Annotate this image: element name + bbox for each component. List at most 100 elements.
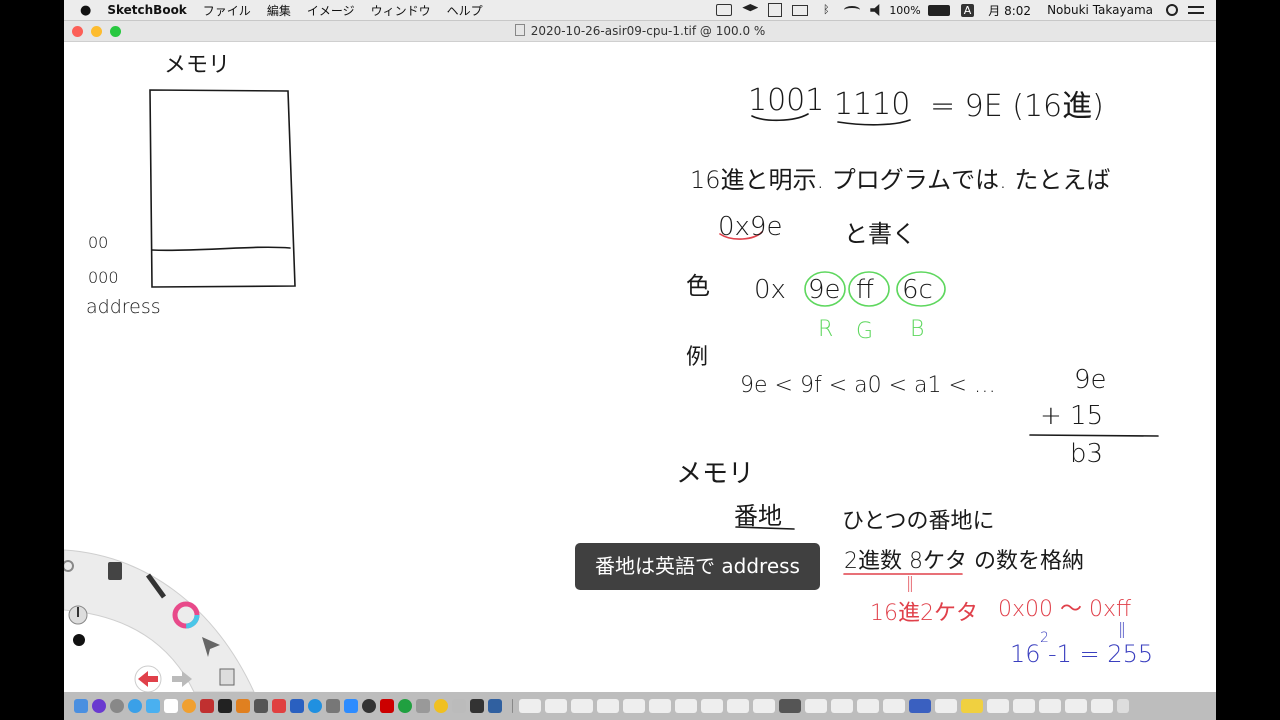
window-thumb-3[interactable] (571, 699, 593, 713)
window-thumb-15[interactable] (883, 699, 905, 713)
address-label: address (86, 296, 161, 318)
memory-label-2: メモリ (676, 459, 754, 489)
window-thumb-4[interactable] (597, 699, 619, 713)
menu-help[interactable]: ヘルプ (439, 2, 491, 19)
document-icon (514, 24, 525, 36)
app-icon-10[interactable] (236, 699, 250, 713)
window-thumb-14[interactable] (857, 699, 879, 713)
chrome-icon[interactable] (434, 699, 448, 713)
screen-record-icon[interactable] (716, 4, 733, 16)
undo-icon[interactable] (134, 665, 162, 693)
app-icon-18[interactable] (380, 699, 394, 713)
binary-1110: 1110 (834, 87, 910, 122)
zoom-icon[interactable] (344, 699, 358, 713)
battery-icon[interactable] (927, 4, 950, 16)
trash-icon[interactable] (1117, 699, 1129, 713)
window-thumb-10[interactable] (753, 699, 775, 713)
color-r-value: 9e (808, 275, 841, 305)
window-thumb-20[interactable] (1013, 699, 1035, 713)
photos-icon[interactable] (182, 699, 196, 713)
app-icon-13[interactable] (290, 699, 304, 713)
user-name[interactable]: Nobuki Takayama (1039, 3, 1161, 17)
mail-icon[interactable] (146, 699, 160, 713)
window-thumb-13[interactable] (831, 699, 853, 713)
app-icon-19[interactable] (398, 699, 412, 713)
formula-rest: -1 = 255 (1048, 640, 1153, 668)
banchi-description: ひとつの番地に (842, 509, 994, 534)
menu-image[interactable]: イメージ (299, 2, 363, 19)
current-color-swatch[interactable] (73, 634, 85, 646)
window-thumb-2[interactable] (545, 699, 567, 713)
screen: ● SketchBook ファイル 編集 イメージ ウィンドウ ヘルプ ᛒ 10… (64, 0, 1216, 720)
wifi-icon[interactable] (844, 6, 861, 14)
window-thumb-22[interactable] (1065, 699, 1087, 713)
window-title-bar: 2020-10-26-asir09-cpu-1.tif @ 100.0 % (64, 21, 1216, 42)
box-icon[interactable] (768, 3, 783, 17)
window-thumb-12[interactable] (805, 699, 827, 713)
window-thumb-5[interactable] (623, 699, 645, 713)
window-thumb-21[interactable] (1039, 699, 1061, 713)
calendar-icon[interactable] (164, 699, 178, 713)
input-mode-indicator[interactable]: A (960, 3, 975, 17)
app-icon-8[interactable] (200, 699, 214, 713)
binary-1001: 1001 (748, 83, 824, 118)
formula-base: 16 (1010, 640, 1041, 668)
window-thumb-8[interactable] (701, 699, 723, 713)
menu-edit[interactable]: 編集 (259, 2, 299, 19)
app-icon-17[interactable] (362, 699, 376, 713)
equals-mark-2: ‖ (1118, 619, 1126, 638)
apple-menu-icon[interactable]: ● (64, 3, 99, 18)
siri-icon[interactable] (92, 699, 106, 713)
window-thumb-16[interactable] (909, 699, 931, 713)
menu-file[interactable]: ファイル (195, 2, 259, 19)
app-icon-22[interactable] (452, 699, 466, 713)
safari-icon[interactable] (128, 699, 142, 713)
hex-literal-0x9e: 0x9e (718, 212, 782, 242)
equals-mark-1: ‖ (906, 573, 914, 592)
tool-wheel[interactable] (64, 545, 264, 695)
bluetooth-icon[interactable]: ᛒ (818, 4, 834, 16)
app-icon-11[interactable] (254, 699, 268, 713)
window-thumb-11[interactable] (779, 699, 801, 713)
memory-cell-line (151, 246, 291, 252)
window-thumb-23[interactable] (1091, 699, 1113, 713)
hex-2-digits: 16進2ケタ (870, 601, 978, 626)
app-icon-23[interactable] (470, 699, 484, 713)
app-menu[interactable]: SketchBook (99, 3, 194, 17)
launchpad-icon[interactable] (110, 699, 124, 713)
notification-center-icon[interactable] (1188, 6, 1204, 14)
window-thumb-6[interactable] (649, 699, 671, 713)
clock[interactable]: 月 8:02 (980, 2, 1039, 19)
layers-icon[interactable] (219, 668, 235, 686)
skype-icon[interactable] (308, 699, 322, 713)
brush-size-icon[interactable] (68, 605, 88, 625)
display-icon[interactable] (792, 4, 809, 16)
dropbox-icon[interactable] (742, 4, 759, 12)
dock-separator (512, 699, 513, 713)
spotlight-search-icon[interactable] (1166, 4, 1178, 16)
menu-window[interactable]: ウィンドウ (363, 2, 439, 19)
window-thumb-18[interactable] (961, 699, 983, 713)
finder-icon[interactable] (74, 699, 88, 713)
store-binary-8digits: 2進数 8ケタ (844, 549, 967, 574)
toolbox-icon[interactable] (108, 562, 122, 580)
memory-box (149, 89, 296, 288)
letter-r: R (818, 317, 833, 342)
window-thumb-9[interactable] (727, 699, 749, 713)
color-b-value: 6c (902, 275, 933, 305)
volume-icon[interactable] (870, 4, 880, 16)
memory-label-top: メモリ (164, 53, 230, 78)
app-icon-12[interactable] (272, 699, 286, 713)
terminal-icon[interactable] (218, 699, 232, 713)
window-thumb-17[interactable] (935, 699, 957, 713)
banchi-label: 番地 (734, 502, 782, 530)
letter-g: G (856, 319, 873, 344)
address-000: 000 (88, 268, 119, 287)
window-thumb-19[interactable] (987, 699, 1009, 713)
window-thumb-1[interactable] (519, 699, 541, 713)
window-title: 2020-10-26-asir09-cpu-1.tif @ 100.0 % (64, 24, 1216, 38)
app-icon-24[interactable] (488, 699, 502, 713)
app-icon-20[interactable] (416, 699, 430, 713)
window-thumb-7[interactable] (675, 699, 697, 713)
app-icon-15[interactable] (326, 699, 340, 713)
